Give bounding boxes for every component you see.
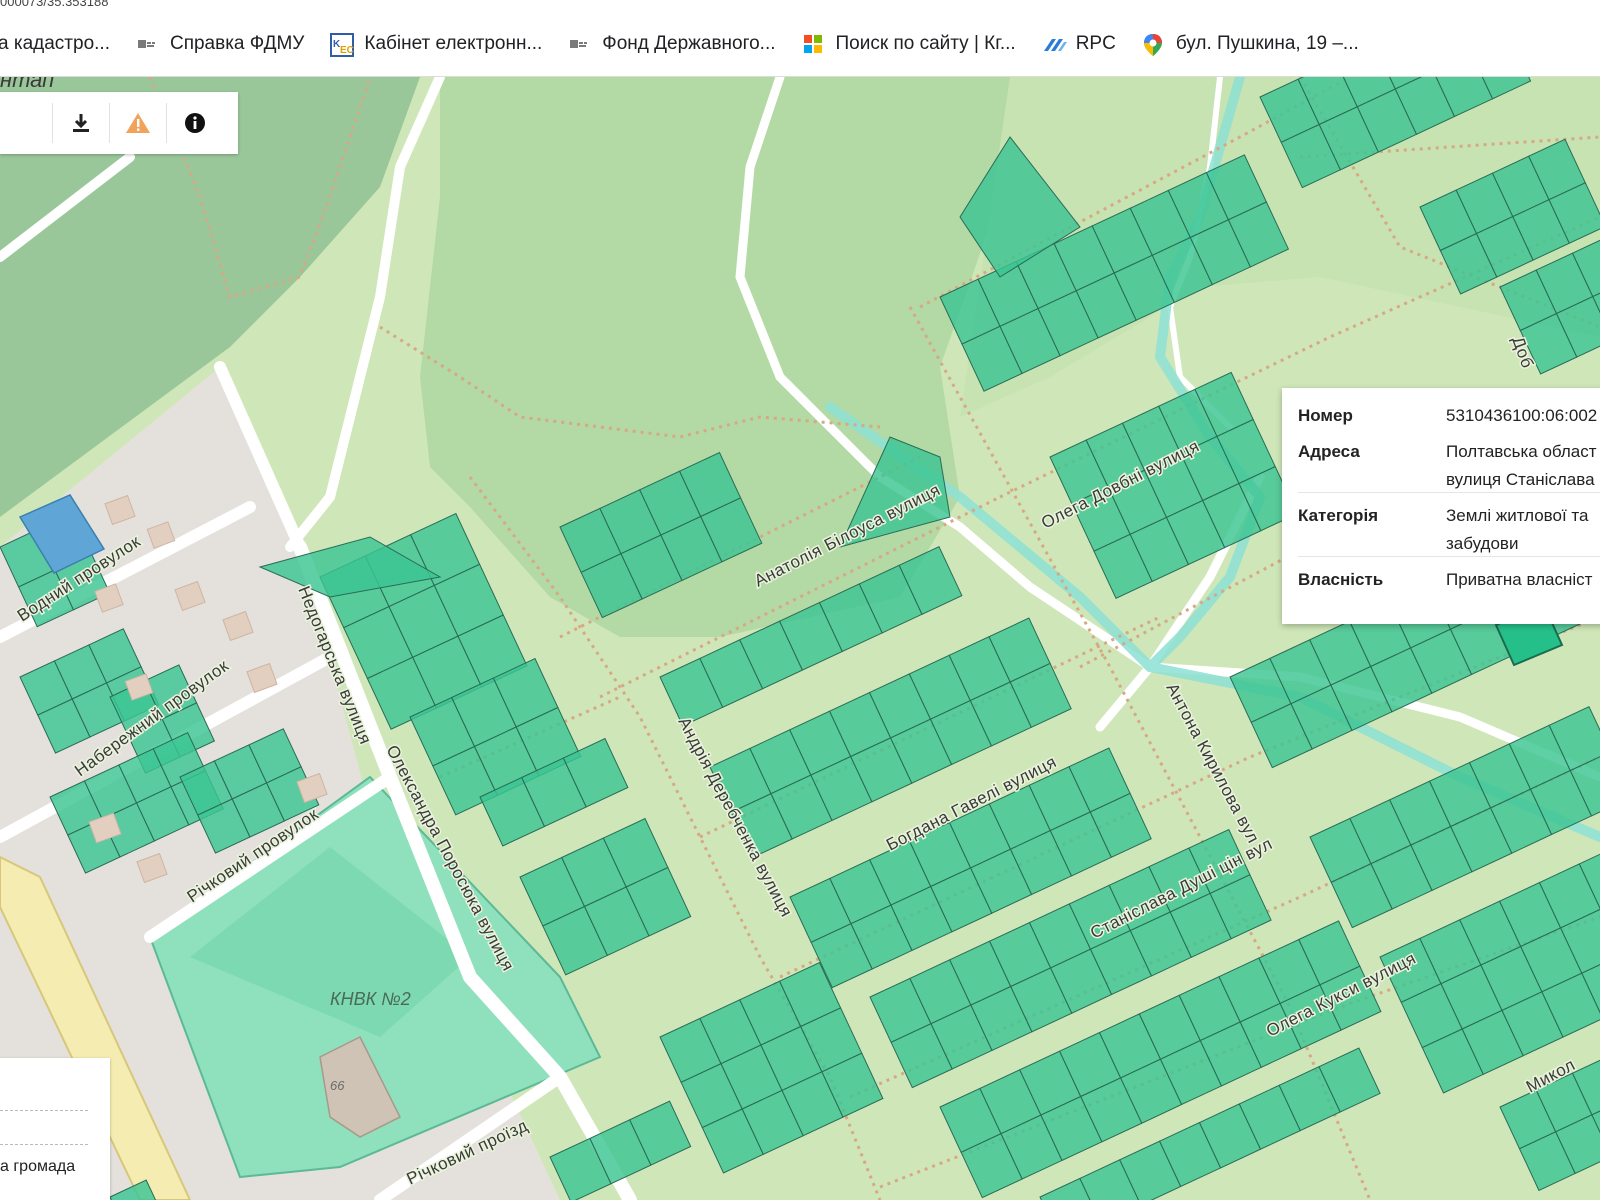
bookmark-search[interactable]: Поиск по сайту | Кг...: [802, 33, 1016, 55]
map-legend-panel: а громада: [0, 1058, 110, 1200]
popup-divider: [1298, 492, 1600, 493]
svg-text:EC: EC: [340, 45, 354, 56]
poi-label: КНВК №2: [330, 989, 411, 1009]
popup-key: Категорія: [1298, 506, 1379, 525]
download-icon: [73, 114, 89, 132]
popup-value: Полтавська област: [1446, 442, 1597, 461]
popup-value-line2: вулиця Станіслава: [1446, 470, 1595, 489]
fdmu-icon: [568, 33, 590, 55]
bookmark-cadastre[interactable]: а кадастро...: [0, 33, 110, 55]
fdmu-icon: [136, 33, 158, 55]
map-pin-icon: [1142, 33, 1164, 56]
map-toolbar: [0, 92, 238, 154]
bookmark-label: Поиск по сайту | Кг...: [835, 33, 1016, 54]
bookmark-rpc[interactable]: RPC: [1042, 33, 1116, 55]
legend-divider: [0, 1144, 88, 1145]
url-text: 000073/35.353188: [0, 0, 109, 9]
bookmark-label: RPC: [1075, 33, 1116, 54]
popup-key: Власність: [1298, 570, 1384, 589]
legend-label: а громада: [0, 1158, 76, 1175]
area-label-fragment: нтап: [0, 77, 54, 92]
bookmark-label: а кадастро...: [0, 33, 110, 54]
legend-divider: [0, 1110, 88, 1111]
popup-value[interactable]: 5310436100:06:002: [1446, 406, 1600, 426]
bookmark-kes[interactable]: K EC Кабінет електронн...: [330, 33, 543, 57]
warning-button[interactable]: [109, 103, 166, 143]
rpc-icon: [1042, 33, 1067, 55]
popup-value-line2: забудови: [1446, 534, 1519, 553]
popup-divider: [1298, 556, 1600, 557]
popup-value: Землі житлової та: [1446, 506, 1589, 525]
cadastral-map[interactable]: 66 КНВК №2 Водний провулок Набережний пр…: [0, 77, 1600, 1200]
bookmark-label: Кабінет електронн...: [364, 33, 543, 54]
parcel-info-popup: Номер 5310436100:06:002 Адреса Полтавськ…: [1282, 388, 1600, 624]
bookmark-fdmu[interactable]: Справка ФДМУ: [136, 33, 304, 55]
address-bar-fragment[interactable]: 000073/35.353188: [0, 0, 1600, 12]
bookmark-maps[interactable]: бул. Пушкина, 19 –...: [1142, 33, 1359, 56]
bookmark-label: Справка ФДМУ: [169, 33, 305, 54]
bookmark-fund[interactable]: Фонд Державного...: [568, 33, 776, 55]
building-number: 66: [330, 1078, 345, 1093]
windows-grid-icon: [802, 33, 824, 55]
warning-icon: [126, 113, 150, 133]
bookmark-label: бул. Пушкина, 19 –...: [1175, 33, 1359, 54]
kes-icon: K EC: [330, 33, 355, 57]
map-canvas[interactable]: 66 КНВК №2 Водний провулок Набережний пр…: [0, 77, 1600, 1200]
download-button[interactable]: [52, 103, 109, 143]
info-icon: [185, 113, 205, 133]
popup-value: Приватна власніст: [1446, 570, 1593, 589]
bookmarks-bar: а кадастро... Справка ФДМУ K EC Кабінет е…: [0, 12, 1600, 77]
bookmark-label: Фонд Державного...: [602, 33, 776, 54]
popup-key: Номер: [1298, 406, 1353, 425]
info-button[interactable]: [166, 103, 223, 143]
popup-key: Адреса: [1298, 442, 1360, 461]
